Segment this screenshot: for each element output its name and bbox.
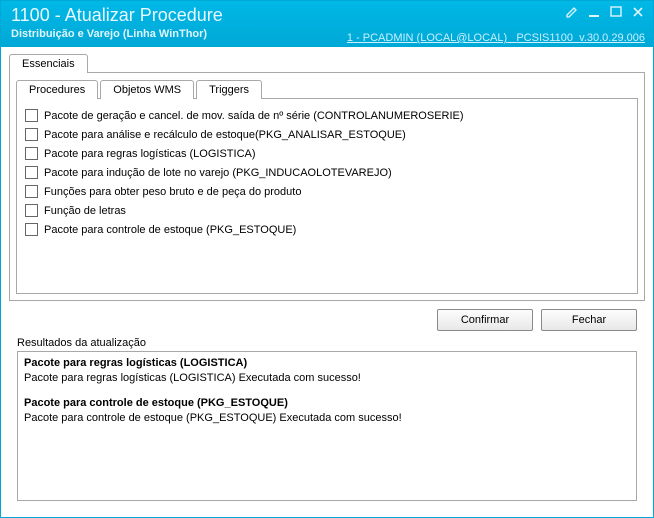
window-title: 1100 - Atualizar Procedure [11, 5, 643, 26]
checkbox-row[interactable]: Função de letras [25, 204, 629, 217]
edit-icon[interactable] [565, 5, 581, 19]
results-box: Pacote para regras logísticas (LOGISTICA… [17, 351, 637, 501]
checkbox-icon[interactable] [25, 185, 38, 198]
result-message: Pacote para controle de estoque (PKG_EST… [24, 412, 402, 424]
checkbox-label: Funções para obter peso bruto e de peça … [44, 186, 301, 198]
close-button[interactable]: Fechar [541, 309, 637, 331]
checkbox-row[interactable]: Pacote para análise e recálculo de estoq… [25, 128, 629, 141]
checkbox-icon[interactable] [25, 109, 38, 122]
maximize-icon[interactable] [609, 5, 625, 19]
status-version: v.30.0.29.006 [579, 32, 645, 44]
result-title: Pacote para controle de estoque (PKG_EST… [24, 397, 288, 409]
status-user: 1 - PCADMIN (LOCAL@LOCAL) [347, 32, 507, 44]
checkbox-icon[interactable] [25, 128, 38, 141]
checkbox-row[interactable]: Pacote para regras logísticas (LOGISTICA… [25, 147, 629, 160]
checkbox-label: Pacote para regras logísticas (LOGISTICA… [44, 148, 256, 160]
tab-objetos-wms[interactable]: Objetos WMS [100, 80, 194, 99]
checkbox-icon[interactable] [25, 204, 38, 217]
checkbox-row[interactable]: Pacote para indução de lote no varejo (P… [25, 166, 629, 179]
window-titlebar: 1100 - Atualizar Procedure Distribuição … [1, 1, 653, 47]
checkbox-icon[interactable] [25, 223, 38, 236]
checkbox-row[interactable]: Pacote para controle de estoque (PKG_EST… [25, 223, 629, 236]
checkbox-label: Pacote para análise e recálculo de estoq… [44, 129, 406, 141]
window-status: 1 - PCADMIN (LOCAL@LOCAL) PCSIS1100 v.30… [347, 32, 645, 44]
checkbox-icon[interactable] [25, 147, 38, 160]
tab-triggers[interactable]: Triggers [196, 80, 262, 99]
result-message: Pacote para regras logísticas (LOGISTICA… [24, 372, 361, 384]
content-area: Essenciais Procedures Objetos WMS Trigge… [1, 47, 653, 517]
procedures-panel: Pacote de geração e cancel. de mov. saíd… [16, 98, 638, 294]
checkbox-row[interactable]: Pacote de geração e cancel. de mov. saíd… [25, 109, 629, 122]
minimize-icon[interactable] [587, 5, 603, 19]
checkbox-icon[interactable] [25, 166, 38, 179]
outer-tab-bar: Essenciais [9, 53, 645, 72]
checkbox-label: Pacote para controle de estoque (PKG_EST… [44, 224, 296, 236]
window-controls [565, 5, 647, 19]
button-bar: Confirmar Fechar [9, 301, 645, 337]
close-icon[interactable] [631, 5, 647, 19]
checkbox-label: Função de letras [44, 205, 126, 217]
checkbox-label: Pacote para indução de lote no varejo (P… [44, 167, 392, 179]
outer-tab-frame: Procedures Objetos WMS Triggers Pacote d… [9, 72, 645, 301]
checkbox-row[interactable]: Funções para obter peso bruto e de peça … [25, 185, 629, 198]
tab-procedures[interactable]: Procedures [16, 80, 98, 99]
result-item: Pacote para controle de estoque (PKG_EST… [24, 396, 630, 426]
tab-essenciais[interactable]: Essenciais [9, 54, 88, 73]
inner-tab-bar: Procedures Objetos WMS Triggers [16, 79, 638, 98]
result-item: Pacote para regras logísticas (LOGISTICA… [24, 356, 630, 386]
status-app: PCSIS1100 [516, 32, 573, 44]
results-label: Resultados da atualização [9, 337, 645, 351]
checkbox-label: Pacote de geração e cancel. de mov. saíd… [44, 110, 464, 122]
confirm-button[interactable]: Confirmar [437, 309, 533, 331]
result-title: Pacote para regras logísticas (LOGISTICA… [24, 357, 247, 369]
